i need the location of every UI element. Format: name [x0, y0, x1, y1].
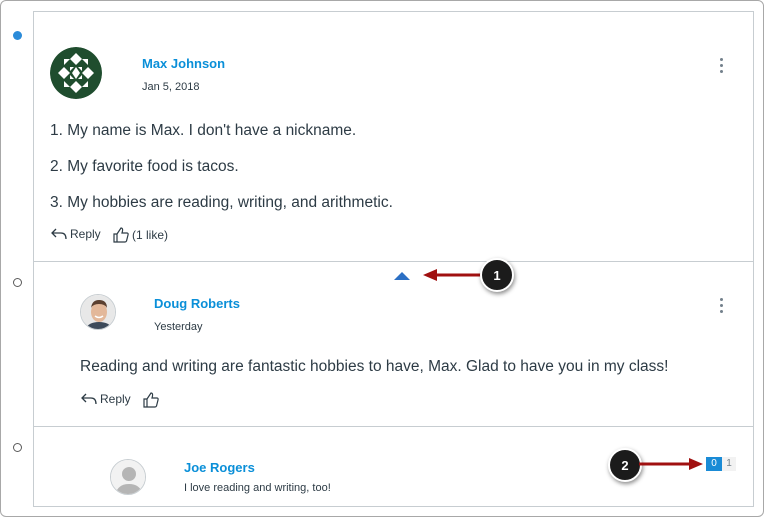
like-count: (1 like): [132, 228, 169, 242]
avatar[interactable]: [80, 294, 116, 330]
thumbs-up-icon: [143, 392, 159, 408]
post-date: Yesterday: [154, 321, 203, 333]
like-button[interactable]: (1 like): [112, 226, 168, 244]
default-avatar-icon: [111, 460, 145, 494]
post-date: Jan 5, 2018: [142, 81, 200, 93]
callout-badge: 2: [608, 448, 642, 482]
reply-label: Reply: [70, 227, 101, 241]
reply-arrow-icon: [51, 228, 67, 240]
callout-arrow-icon: [639, 458, 703, 470]
reply-preview: I love reading and writing, too!: [184, 482, 331, 494]
avatar[interactable]: [50, 47, 102, 99]
avatar-pattern-icon: [50, 47, 102, 99]
post-text-line: 1. My name is Max. I don't have a nickna…: [50, 122, 357, 139]
unread-count-badge[interactable]: 0: [706, 457, 722, 471]
like-button[interactable]: [142, 391, 160, 409]
reply-text: Reading and writing are fantastic hobbie…: [80, 358, 669, 375]
post-text-line: 3. My hobbies are reading, writing, and …: [50, 194, 393, 211]
post-text-line: 2. My favorite food is tacos.: [50, 158, 239, 175]
avatar[interactable]: [110, 459, 146, 495]
more-options-icon[interactable]: [717, 58, 725, 76]
more-options-icon[interactable]: [717, 298, 725, 316]
discussion-entry: Max Johnson Jan 5, 2018 1. My name is Ma…: [33, 11, 754, 262]
author-name[interactable]: Max Johnson: [142, 56, 225, 71]
unread-indicator[interactable]: [13, 31, 22, 40]
reply-button[interactable]: Reply: [50, 227, 101, 241]
read-indicator[interactable]: [13, 278, 22, 287]
person-photo-icon: [81, 295, 115, 329]
reply-label: Reply: [100, 392, 131, 406]
reply-button[interactable]: Reply: [80, 392, 131, 406]
discussion-reply: Doug Roberts Yesterday Reading and writi…: [33, 262, 754, 427]
reply-arrow-icon: [81, 393, 97, 405]
total-count-badge: 1: [722, 457, 736, 471]
read-indicator[interactable]: [13, 443, 22, 452]
author-name[interactable]: Doug Roberts: [154, 296, 240, 311]
author-name[interactable]: Joe Rogers: [184, 460, 255, 475]
thumbs-up-icon: [113, 227, 129, 243]
discussion-thread: Max Johnson Jan 5, 2018 1. My name is Ma…: [0, 0, 764, 517]
